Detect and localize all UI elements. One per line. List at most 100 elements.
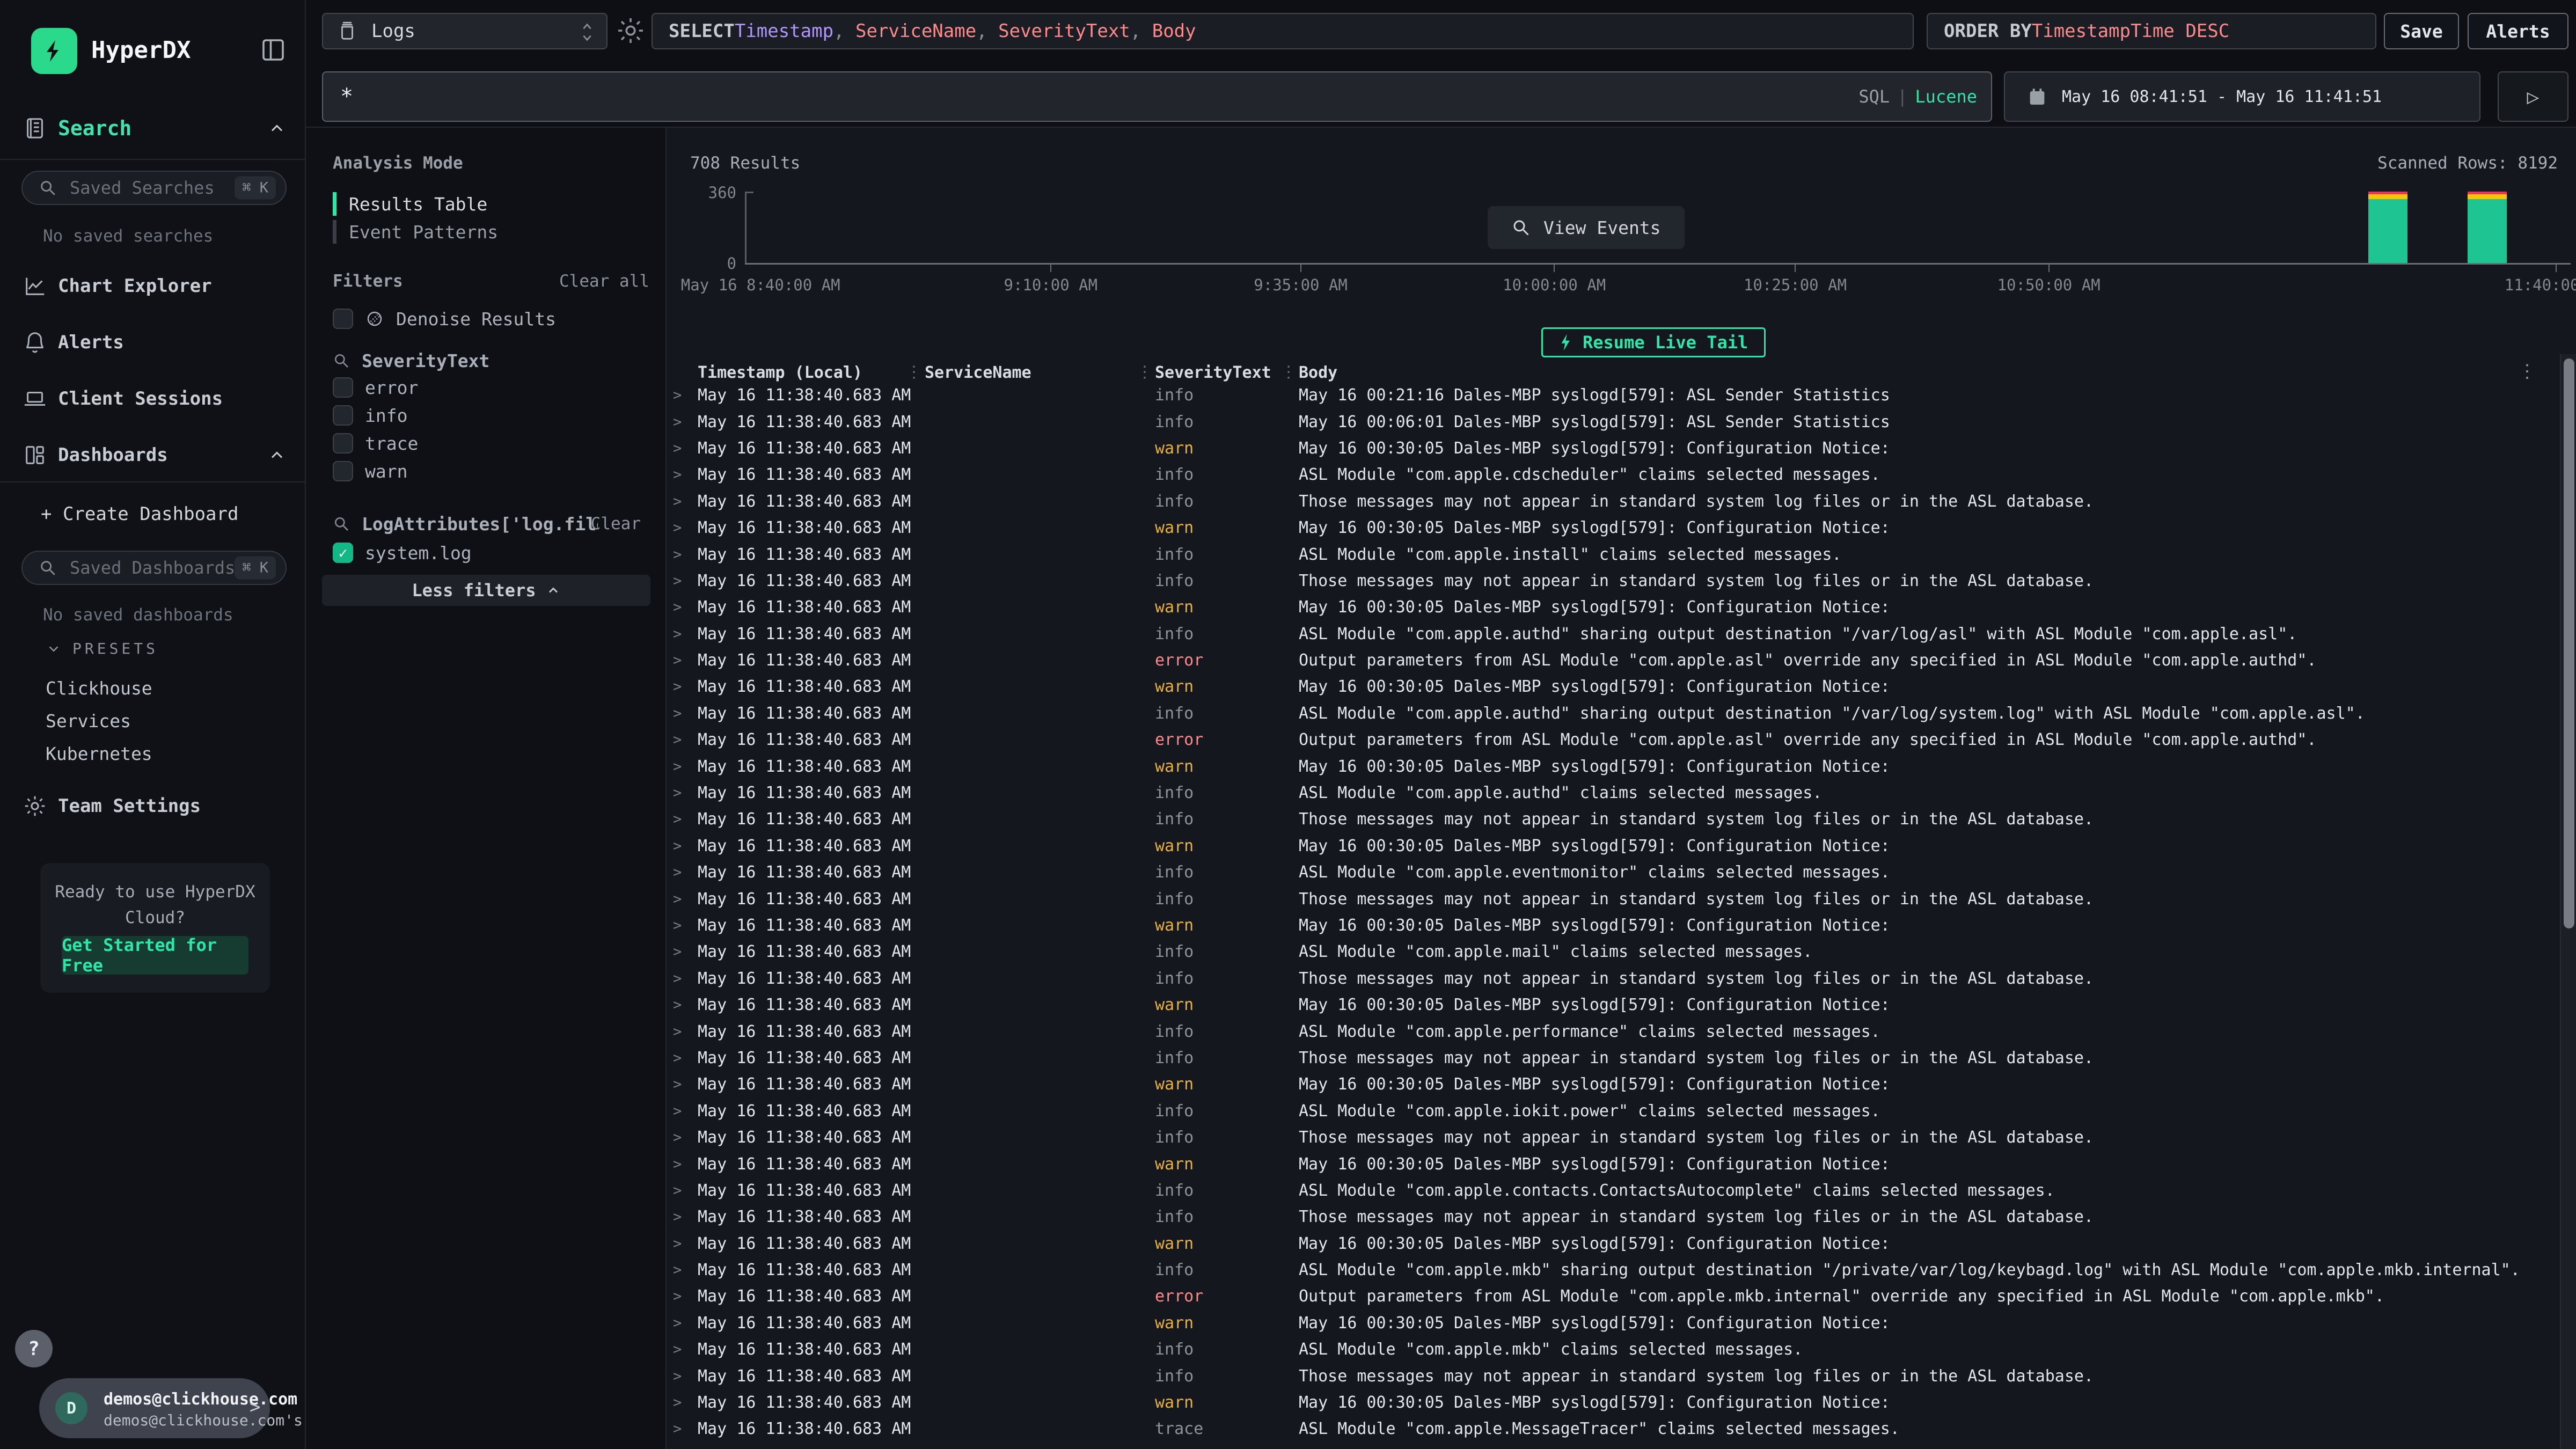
date-range-picker[interactable]: May 16 08:41:51 - May 16 11:41:51 xyxy=(2004,71,2480,122)
expand-row-icon[interactable]: > xyxy=(673,864,698,881)
sidebar-item-client-sessions[interactable]: Client Sessions xyxy=(0,379,306,419)
severity-checkbox[interactable] xyxy=(333,461,353,481)
table-row[interactable]: > May 16 11:38:40.683 AM info ASL Module… xyxy=(667,1018,2576,1044)
expand-row-icon[interactable]: > xyxy=(673,917,698,934)
expand-row-icon[interactable]: > xyxy=(673,626,698,642)
expand-row-icon[interactable]: > xyxy=(673,678,698,695)
table-row[interactable]: > May 16 11:38:40.683 AM warn May 16 00:… xyxy=(667,833,2576,859)
saved-searches-input[interactable]: Saved Searches ⌘ K xyxy=(21,171,287,205)
column-drag-handle-icon[interactable]: ⋮ xyxy=(1137,363,1153,382)
chevron-up-icon[interactable] xyxy=(267,119,287,138)
table-row[interactable]: > May 16 11:38:40.683 AM info ASL Module… xyxy=(667,1257,2576,1283)
expand-row-icon[interactable]: > xyxy=(673,573,698,589)
expand-row-icon[interactable]: > xyxy=(673,440,698,457)
expand-row-icon[interactable]: > xyxy=(673,731,698,748)
expand-row-icon[interactable]: > xyxy=(673,1076,698,1093)
expand-row-icon[interactable]: > xyxy=(673,1421,698,1437)
sql-toggle[interactable]: SQL xyxy=(1858,86,1890,107)
table-row[interactable]: > May 16 11:38:40.683 AM warn May 16 00:… xyxy=(667,1389,2576,1416)
table-row[interactable]: > May 16 11:38:40.683 AM info Those mess… xyxy=(667,885,2576,912)
table-row[interactable]: > May 16 11:38:40.683 AM warn May 16 00:… xyxy=(667,674,2576,700)
resume-live-tail-button[interactable]: Resume Live Tail xyxy=(1541,327,1766,357)
expand-row-icon[interactable]: > xyxy=(673,1103,698,1119)
table-row[interactable]: > May 16 11:38:40.683 AM error Output pa… xyxy=(667,727,2576,753)
table-row[interactable]: > May 16 11:38:40.683 AM warn May 16 00:… xyxy=(667,1071,2576,1097)
expand-row-icon[interactable]: > xyxy=(673,970,698,987)
table-row[interactable]: > May 16 11:38:40.683 AM info ASL Module… xyxy=(667,541,2576,567)
column-drag-handle-icon[interactable]: ⋮ xyxy=(906,363,922,382)
expand-row-icon[interactable]: > xyxy=(673,1182,698,1199)
order-by-input[interactable]: ORDER BY TimestampTime DESC xyxy=(1927,13,2376,49)
table-row[interactable]: > May 16 11:38:40.683 AM warn May 16 00:… xyxy=(667,594,2576,620)
table-row[interactable]: > May 16 11:38:40.683 AM warn May 16 00:… xyxy=(667,1231,2576,1257)
expand-row-icon[interactable]: > xyxy=(673,1315,698,1331)
column-drag-handle-icon[interactable]: ⋮ xyxy=(1280,363,1297,382)
source-select[interactable]: Logs xyxy=(322,13,608,49)
clear-all-link[interactable]: Clear all xyxy=(559,272,649,291)
expand-row-icon[interactable]: > xyxy=(673,1341,698,1358)
language-toggle[interactable]: SQL|Lucene xyxy=(1858,86,1977,107)
table-row[interactable]: > May 16 11:38:40.683 AM warn May 16 00:… xyxy=(667,753,2576,779)
table-row[interactable]: > May 16 11:38:40.683 AM info ASL Module… xyxy=(667,462,2576,488)
table-row[interactable]: > May 16 11:38:40.683 AM info ASL Module… xyxy=(667,1177,2576,1204)
table-row[interactable]: > May 16 11:38:40.683 AM warn May 16 00:… xyxy=(667,435,2576,462)
mode-event-patterns[interactable]: Event Patterns xyxy=(333,218,644,246)
sidebar-item-dashboards[interactable]: Dashboards xyxy=(0,435,306,475)
table-row[interactable]: > May 16 11:38:40.683 AM info Those mess… xyxy=(667,806,2576,832)
saved-dashboards-input[interactable]: Saved Dashboards ⌘ K xyxy=(21,551,287,585)
sidebar-item-alerts[interactable]: Alerts xyxy=(0,323,306,362)
column-header-severitytext[interactable]: SeverityText xyxy=(1155,363,1299,382)
expand-row-icon[interactable]: > xyxy=(673,758,698,775)
expand-row-icon[interactable]: > xyxy=(673,1368,698,1385)
sidebar-item-team-settings[interactable]: Team Settings xyxy=(0,786,306,826)
less-filters-button[interactable]: Less filters xyxy=(322,575,650,606)
table-row[interactable]: > May 16 11:38:40.683 AM info ASL Module… xyxy=(667,1098,2576,1124)
expand-row-icon[interactable]: > xyxy=(673,891,698,908)
expand-row-icon[interactable]: > xyxy=(673,1262,698,1278)
expand-row-icon[interactable]: > xyxy=(673,705,698,722)
expand-row-icon[interactable]: > xyxy=(673,1235,698,1252)
table-row[interactable]: > May 16 11:38:40.683 AM info ASL Module… xyxy=(667,939,2576,965)
severity-filter-header[interactable]: SeverityText xyxy=(333,347,655,375)
lucene-toggle[interactable]: Lucene xyxy=(1915,86,1977,107)
severity-checkbox[interactable] xyxy=(333,405,353,426)
table-row[interactable]: > May 16 11:38:40.683 AM warn May 16 00:… xyxy=(667,912,2576,939)
table-row[interactable]: > May 16 11:38:40.683 AM info Those mess… xyxy=(667,965,2576,992)
table-row[interactable]: > May 16 11:38:40.683 AM info ASL Module… xyxy=(667,1336,2576,1363)
expand-row-icon[interactable]: > xyxy=(673,785,698,801)
table-row[interactable]: > May 16 11:38:40.683 AM warn May 16 00:… xyxy=(667,1310,2576,1336)
histogram-bar[interactable] xyxy=(2368,192,2407,263)
table-row[interactable]: > May 16 11:38:40.683 AM error Output pa… xyxy=(667,1283,2576,1309)
mode-results-table[interactable]: Results Table xyxy=(333,190,644,218)
log-attribute-filter-header[interactable]: LogAttributes['log.file.nam Clear xyxy=(333,510,655,538)
table-options-menu-icon[interactable]: ⋮ xyxy=(2518,361,2536,382)
denoise-filter-row[interactable]: Denoise Results xyxy=(333,305,655,333)
column-header-servicename[interactable]: ServiceName xyxy=(925,363,1155,382)
sidebar-item-chart-explorer[interactable]: Chart Explorer xyxy=(0,266,306,306)
table-row[interactable]: > May 16 11:38:40.683 AM info Those mess… xyxy=(667,1204,2576,1230)
table-row[interactable]: > May 16 11:38:40.683 AM info ASL Module… xyxy=(667,780,2576,806)
table-row[interactable]: > May 16 11:38:40.683 AM info Those mess… xyxy=(667,488,2576,515)
denoise-checkbox[interactable] xyxy=(333,309,353,329)
select-query-input[interactable]: SELECT Timestamp, ServiceName, SeverityT… xyxy=(652,13,1914,49)
severity-checkbox[interactable] xyxy=(333,433,353,453)
search-query-input[interactable]: * SQL|Lucene xyxy=(322,71,1992,122)
table-row[interactable]: > May 16 11:38:40.683 AM info ASL Module… xyxy=(667,700,2576,727)
table-row[interactable]: > May 16 11:38:40.683 AM info Those mess… xyxy=(667,1045,2576,1071)
live-tail-play-button[interactable]: ▷ xyxy=(2498,71,2568,122)
severity-checkbox[interactable] xyxy=(333,377,353,398)
sidebar-item-search[interactable]: Search xyxy=(0,108,306,148)
expand-row-icon[interactable]: > xyxy=(673,387,698,404)
sidebar-collapse-icon[interactable] xyxy=(259,35,288,64)
expand-row-icon[interactable]: > xyxy=(673,652,698,669)
column-header-body[interactable]: Body xyxy=(1299,363,2576,382)
expand-row-icon[interactable]: > xyxy=(673,599,698,616)
expand-row-icon[interactable]: > xyxy=(673,546,698,563)
expand-row-icon[interactable]: > xyxy=(673,1209,698,1225)
table-row[interactable]: > May 16 11:38:40.683 AM info May 16 00:… xyxy=(667,408,2576,435)
expand-row-icon[interactable]: > xyxy=(673,997,698,1013)
log-file-option-row[interactable]: ✓ system.log xyxy=(333,539,655,567)
severity-option-row[interactable]: trace xyxy=(333,429,655,457)
create-dashboard-button[interactable]: + Create Dashboard xyxy=(41,503,238,525)
expand-row-icon[interactable]: > xyxy=(673,519,698,536)
